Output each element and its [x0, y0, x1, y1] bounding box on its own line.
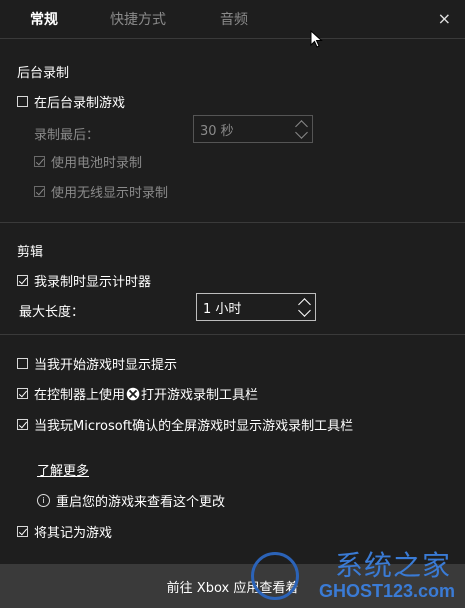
- checkbox-record-on-battery[interactable]: 使用电池时录制: [34, 152, 142, 171]
- max-length-spinner[interactable]: 1 小时: [196, 293, 316, 321]
- checkbox-label: 当我玩Microsoft确认的全屏游戏时显示游戏录制工具栏: [34, 419, 354, 434]
- section-title-clips: 剪辑: [17, 245, 44, 260]
- max-length-value: 1 小时: [203, 301, 242, 317]
- max-length-label: 最大长度：: [19, 305, 85, 320]
- checkbox-box[interactable]: [34, 156, 45, 167]
- info-icon: i: [37, 494, 50, 507]
- record-last-value: 30 秒: [200, 123, 234, 139]
- go-to-xbox-app-button[interactable]: 前往 Xbox 应用查看着: [0, 564, 465, 608]
- checkbox-label: 将其记为游戏: [34, 526, 113, 541]
- close-icon[interactable]: ×: [438, 9, 451, 28]
- checkbox-label: 在后台录制游戏: [34, 96, 126, 111]
- record-last-spinner[interactable]: 30 秒: [193, 115, 313, 143]
- checkbox-record-on-wireless-display[interactable]: 使用无线显示时录制: [34, 182, 168, 201]
- checkbox-show-timer[interactable]: 我录制时显示计时器: [17, 271, 151, 290]
- checkbox-box[interactable]: [17, 358, 28, 369]
- checkbox-controller-open-toolbar[interactable]: 在控制器上使用 打开游戏录制工具栏: [17, 384, 258, 403]
- divider: [0, 222, 465, 223]
- tab-shortcuts[interactable]: 快捷方式: [110, 9, 166, 29]
- footer-label: 前往 Xbox 应用查看着: [166, 580, 299, 596]
- checkbox-box[interactable]: [17, 388, 28, 399]
- checkbox-box[interactable]: [17, 275, 28, 286]
- checkbox-fullscreen-show-toolbar[interactable]: 当我玩Microsoft确认的全屏游戏时显示游戏录制工具栏: [17, 415, 353, 434]
- record-last-label: 录制最后：: [34, 128, 100, 143]
- checkbox-box[interactable]: [17, 96, 28, 107]
- checkbox-show-tips[interactable]: 当我开始游戏时显示提示: [17, 354, 177, 373]
- checkbox-record-in-background[interactable]: 在后台录制游戏: [17, 92, 125, 111]
- divider: [0, 334, 465, 335]
- checkbox-label: 使用电池时录制: [51, 156, 143, 171]
- checkbox-label: 使用无线显示时录制: [51, 186, 169, 201]
- checkbox-box[interactable]: [17, 419, 28, 430]
- checkbox-label-tail: 打开游戏录制工具栏: [141, 388, 259, 403]
- checkbox-label: 我录制时显示计时器: [34, 275, 152, 290]
- tab-bar: 常规 快捷方式 音频 ×: [0, 0, 465, 39]
- checkbox-box[interactable]: [34, 186, 45, 197]
- checkbox-box[interactable]: [17, 526, 28, 537]
- restart-note: i 重启您的游戏来查看这个更改: [37, 491, 225, 510]
- tab-audio[interactable]: 音频: [220, 9, 248, 29]
- checkbox-label: 当我开始游戏时显示提示: [34, 358, 178, 373]
- cursor-icon: [310, 30, 323, 48]
- xbox-icon: [126, 387, 140, 400]
- section-title-background-recording: 后台录制: [17, 66, 70, 81]
- tab-general[interactable]: 常规: [30, 9, 58, 29]
- learn-more-link[interactable]: 了解更多: [37, 460, 89, 479]
- restart-note-text: 重启您的游戏来查看这个更改: [56, 495, 226, 510]
- checkbox-label: 在控制器上使用: [34, 388, 126, 403]
- checkbox-mark-as-game[interactable]: 将其记为游戏: [17, 522, 112, 541]
